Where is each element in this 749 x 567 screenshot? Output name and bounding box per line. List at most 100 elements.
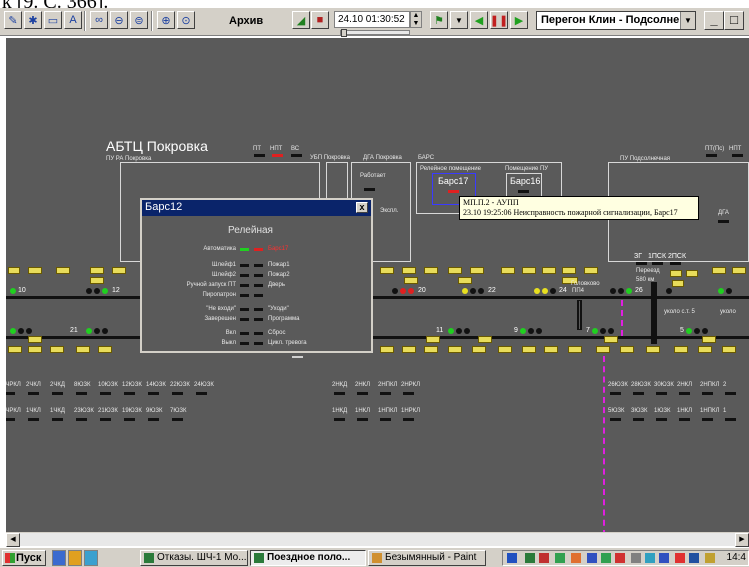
signal-green[interactable]	[102, 288, 108, 294]
tray-icon[interactable]	[587, 553, 597, 563]
signal-dark[interactable]	[608, 328, 614, 334]
dialog-indicator[interactable]	[240, 342, 249, 345]
station-selector[interactable]: Перегон Клин - Подсолне ▼	[536, 11, 696, 30]
signal-dark[interactable]	[470, 288, 476, 294]
record-icon[interactable]: ◢	[292, 11, 310, 29]
signal-dark[interactable]	[536, 328, 542, 334]
signal-indicator[interactable]	[6, 418, 15, 421]
signal-indicator[interactable]	[610, 418, 621, 421]
signal-green[interactable]	[10, 288, 16, 294]
tray-icon[interactable]	[601, 553, 611, 563]
signal-yellow[interactable]	[534, 288, 540, 294]
browser-icon[interactable]	[68, 550, 82, 566]
media-icon[interactable]	[84, 550, 98, 566]
signal-dark[interactable]	[550, 288, 556, 294]
maximize-button[interactable]: □	[724, 11, 744, 30]
link-icon[interactable]: ∞	[90, 11, 108, 29]
signal-red[interactable]	[400, 288, 406, 294]
signal-indicator[interactable]	[124, 392, 135, 395]
signal-indicator[interactable]	[656, 392, 667, 395]
signal-indicator[interactable]	[148, 392, 159, 395]
signal-yellow[interactable]	[542, 288, 548, 294]
signal-yellow[interactable]	[462, 288, 468, 294]
flag-icon[interactable]: ⚑	[430, 11, 448, 29]
tray-icon[interactable]	[631, 553, 641, 563]
chevron-down-icon[interactable]: ▼	[680, 12, 695, 29]
dialog-indicator[interactable]	[254, 274, 263, 277]
tray-icon[interactable]	[507, 553, 517, 563]
task-otkazy[interactable]: Отказы. ШЧ-1 Мо...	[140, 550, 248, 566]
bars12-dialog[interactable]: Барс12 x Релейная Автоматика Барс17 Шлейф1…	[140, 198, 373, 353]
dropdown-icon[interactable]: ▼	[450, 11, 468, 29]
tray-icon[interactable]	[645, 553, 655, 563]
save-icon[interactable]: ■	[311, 11, 329, 29]
signal-green[interactable]	[592, 328, 598, 334]
signal-indicator[interactable]	[76, 418, 87, 421]
signal-indicator[interactable]	[656, 418, 667, 421]
panel-icon[interactable]: ▭	[44, 11, 62, 29]
signal-indicator[interactable]	[334, 418, 345, 421]
tray-icon[interactable]	[659, 553, 669, 563]
dialog-indicator[interactable]	[240, 248, 249, 251]
signal-indicator[interactable]	[196, 392, 207, 395]
tray-icon[interactable]	[539, 553, 549, 563]
signal-indicator[interactable]	[172, 418, 183, 421]
tools-icon[interactable]: ✱	[24, 11, 42, 29]
signal-dark[interactable]	[26, 328, 32, 334]
dialog-indicator[interactable]	[254, 342, 263, 345]
signal-indicator[interactable]	[172, 392, 183, 395]
ie-icon[interactable]	[52, 550, 66, 566]
signal-indicator[interactable]	[100, 392, 111, 395]
signal-indicator[interactable]	[702, 392, 713, 395]
signal-indicator[interactable]	[610, 392, 621, 395]
pause-icon[interactable]: ❚❚	[490, 11, 508, 29]
rewind-icon[interactable]: ◀	[470, 11, 488, 29]
dialog-indicator[interactable]	[240, 308, 249, 311]
signal-green[interactable]	[448, 328, 454, 334]
indicator[interactable]	[652, 262, 663, 265]
signal-dark[interactable]	[726, 288, 732, 294]
signal-dark[interactable]	[694, 328, 700, 334]
station-2-icon[interactable]: ⊜	[130, 11, 148, 29]
signal-indicator[interactable]	[76, 392, 87, 395]
pt-ps-indicator[interactable]	[706, 154, 717, 157]
signal-dark[interactable]	[18, 328, 24, 334]
tray-icon[interactable]	[555, 553, 565, 563]
indicator-pt[interactable]	[254, 154, 265, 157]
dialog-indicator[interactable]	[254, 294, 263, 297]
signal-green[interactable]	[10, 328, 16, 334]
signal-indicator[interactable]	[357, 418, 368, 421]
signal-indicator[interactable]	[148, 418, 159, 421]
signal-green[interactable]	[718, 288, 724, 294]
signal-indicator[interactable]	[380, 418, 391, 421]
signal-dark[interactable]	[392, 288, 398, 294]
zoom-out-icon[interactable]: ⊙	[177, 11, 195, 29]
text-edit-icon[interactable]: ✎	[4, 11, 22, 29]
start-button[interactable]: Пуск	[2, 550, 46, 566]
signal-dark[interactable]	[618, 288, 624, 294]
signal-indicator[interactable]	[679, 418, 690, 421]
signal-indicator[interactable]	[380, 392, 391, 395]
signal-dark[interactable]	[102, 328, 108, 334]
tray-icon[interactable]	[689, 553, 699, 563]
time-slider[interactable]	[340, 29, 410, 37]
task-paint[interactable]: Безымянный - Paint	[368, 550, 486, 566]
signal-dark[interactable]	[610, 288, 616, 294]
tray-icon[interactable]	[705, 553, 715, 563]
signal-indicator[interactable]	[6, 392, 15, 395]
signal-dark[interactable]	[702, 328, 708, 334]
scroll-left-icon[interactable]: ◀	[6, 533, 20, 547]
signal-indicator[interactable]	[52, 418, 63, 421]
signal-dark[interactable]	[600, 328, 606, 334]
signal-indicator[interactable]	[334, 392, 345, 395]
dialog-indicator[interactable]	[254, 284, 263, 287]
signal-indicator[interactable]	[403, 418, 414, 421]
datetime-spinner[interactable]: ▲ ▼	[410, 11, 422, 28]
tray-icon[interactable]	[571, 553, 581, 563]
signal-dark[interactable]	[478, 288, 484, 294]
indicator[interactable]	[670, 262, 681, 265]
signal-indicator[interactable]	[28, 392, 39, 395]
signal-dark[interactable]	[528, 328, 534, 334]
signal-indicator[interactable]	[100, 418, 111, 421]
scroll-right-icon[interactable]: ▶	[735, 533, 749, 547]
